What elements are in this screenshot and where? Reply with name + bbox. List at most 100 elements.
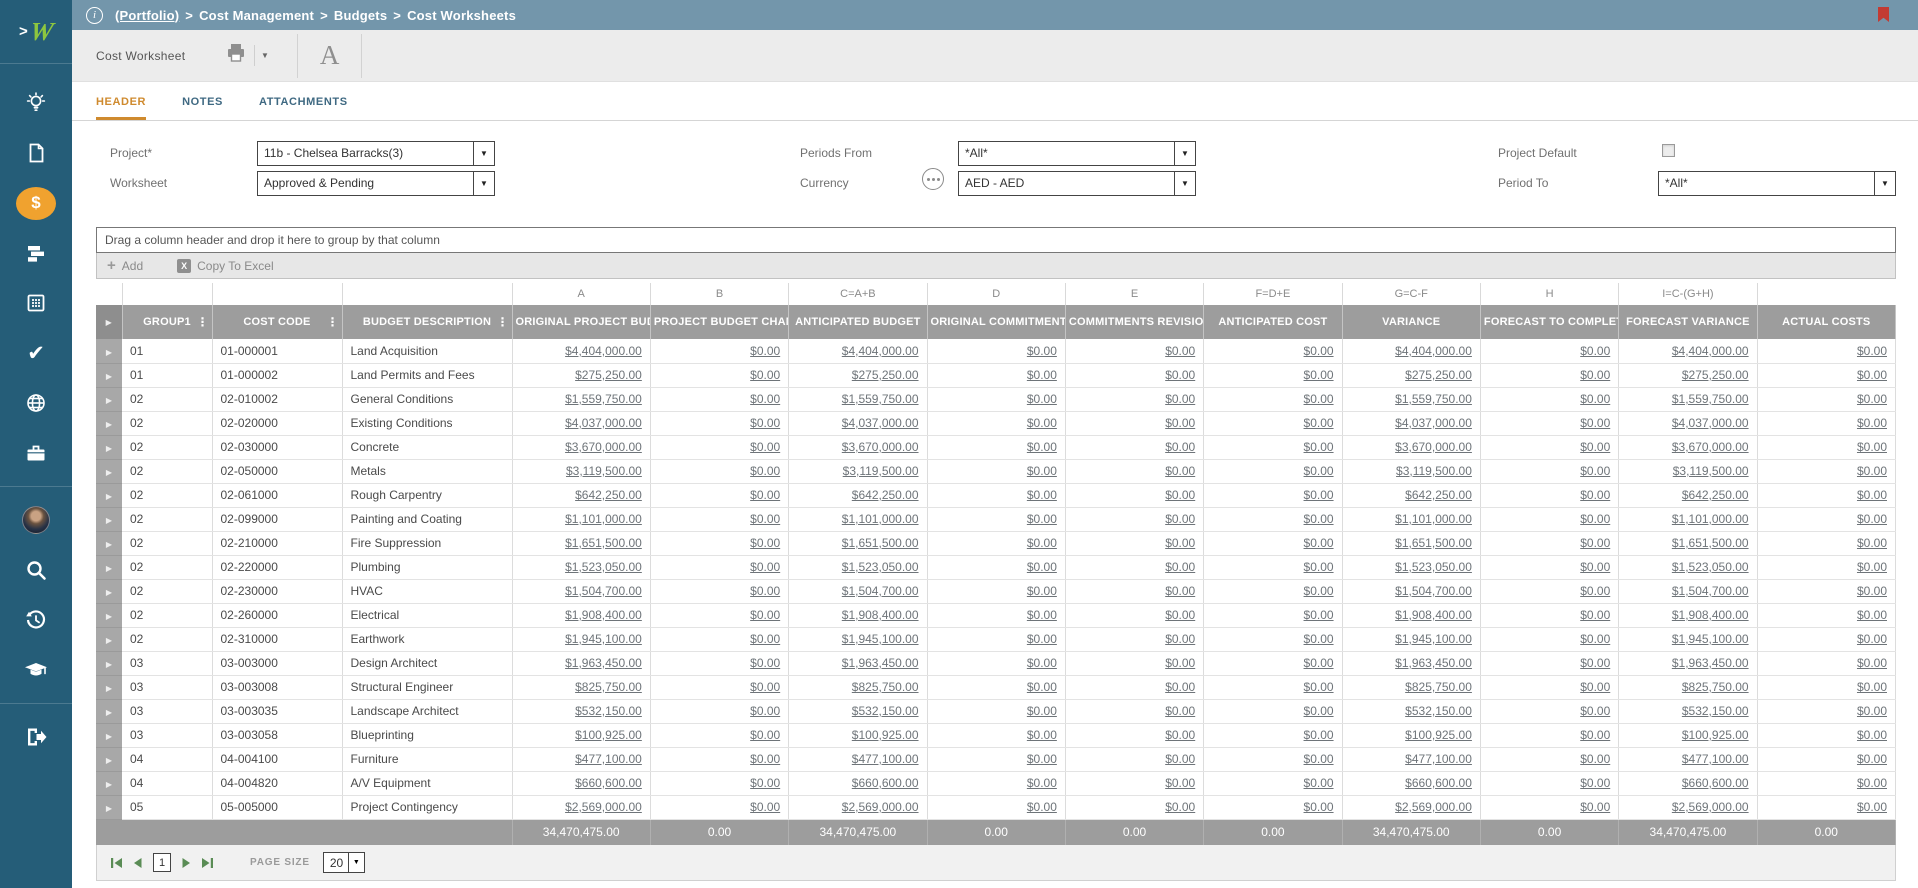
amount-link[interactable]: $0.00 bbox=[1027, 512, 1057, 526]
next-page-button[interactable] bbox=[178, 855, 194, 871]
amount-link[interactable]: $4,037,000.00 bbox=[1672, 416, 1749, 430]
info-icon[interactable]: i bbox=[86, 6, 103, 24]
amount-link[interactable]: $0.00 bbox=[1165, 584, 1195, 598]
amount-link[interactable]: $3,119,500.00 bbox=[1396, 464, 1472, 478]
column-header-project-budget-chan[interactable]: PROJECT BUDGET CHAN bbox=[650, 305, 790, 339]
amount-link[interactable]: $0.00 bbox=[1857, 464, 1887, 478]
amount-link[interactable]: $1,504,700.00 bbox=[565, 584, 642, 598]
breadcrumb-item[interactable]: (Portfolio) bbox=[115, 8, 179, 23]
amount-link[interactable]: $0.00 bbox=[1027, 608, 1057, 622]
amount-link[interactable]: $0.00 bbox=[1165, 728, 1195, 742]
tab-attachments[interactable]: ATTACHMENTS bbox=[259, 96, 348, 120]
column-menu-icon[interactable]: ⋮ bbox=[197, 315, 209, 329]
amount-link[interactable]: $1,908,400.00 bbox=[1395, 608, 1472, 622]
amount-link[interactable]: $1,963,450.00 bbox=[842, 656, 919, 670]
amount-link[interactable]: $0.00 bbox=[1580, 440, 1610, 454]
amount-link[interactable]: $0.00 bbox=[1027, 656, 1057, 670]
amount-link[interactable]: $0.00 bbox=[1580, 608, 1610, 622]
sidebar-item-ideas[interactable] bbox=[0, 78, 72, 128]
add-button[interactable]: + Add bbox=[107, 258, 143, 273]
amount-link[interactable]: $0.00 bbox=[1304, 536, 1334, 550]
sidebar-item-projects[interactable] bbox=[0, 428, 72, 478]
amount-link[interactable]: $1,651,500.00 bbox=[565, 536, 642, 550]
row-expander[interactable]: ▶ bbox=[96, 699, 122, 724]
amount-link[interactable]: $0.00 bbox=[1165, 344, 1195, 358]
row-expander[interactable]: ▶ bbox=[96, 411, 122, 436]
row-expander[interactable]: ▶ bbox=[96, 507, 122, 532]
amount-link[interactable]: $0.00 bbox=[1857, 560, 1887, 574]
amount-link[interactable]: $0.00 bbox=[1027, 728, 1057, 742]
amount-link[interactable]: $0.00 bbox=[1304, 464, 1334, 478]
amount-link[interactable]: $1,963,450.00 bbox=[1672, 656, 1749, 670]
amount-link[interactable]: $0.00 bbox=[750, 632, 780, 646]
amount-link[interactable]: $4,404,000.00 bbox=[565, 344, 642, 358]
amount-link[interactable]: $0.00 bbox=[1304, 752, 1334, 766]
amount-link[interactable]: $0.00 bbox=[750, 800, 780, 814]
amount-link[interactable]: $0.00 bbox=[1580, 416, 1610, 430]
sidebar-item-documents[interactable] bbox=[0, 128, 72, 178]
amount-link[interactable]: $0.00 bbox=[1027, 416, 1057, 430]
amount-link[interactable]: $0.00 bbox=[1304, 560, 1334, 574]
amount-link[interactable]: $0.00 bbox=[1027, 488, 1057, 502]
first-page-button[interactable] bbox=[109, 855, 125, 871]
row-expander[interactable]: ▶ bbox=[96, 627, 122, 652]
amount-link[interactable]: $0.00 bbox=[1857, 728, 1887, 742]
chevron-down-icon[interactable]: ▼ bbox=[1174, 142, 1195, 165]
amount-link[interactable]: $0.00 bbox=[1580, 464, 1610, 478]
sidebar-item-tasks[interactable]: ✔ bbox=[0, 328, 72, 378]
amount-link[interactable]: $477,100.00 bbox=[575, 752, 642, 766]
amount-link[interactable]: $0.00 bbox=[1027, 704, 1057, 718]
amount-link[interactable]: $0.00 bbox=[1857, 632, 1887, 646]
amount-link[interactable]: $1,945,100.00 bbox=[1395, 632, 1472, 646]
amount-link[interactable]: $100,925.00 bbox=[852, 728, 919, 742]
row-expander[interactable]: ▶ bbox=[96, 603, 122, 628]
amount-link[interactable]: $275,250.00 bbox=[1682, 368, 1749, 382]
column-menu-icon[interactable]: ⋮ bbox=[327, 315, 339, 329]
column-header-anticipated-cost[interactable]: ANTICIPATED COST bbox=[1203, 305, 1343, 339]
amount-link[interactable]: $1,963,450.00 bbox=[1395, 656, 1472, 670]
amount-link[interactable]: $1,101,000.00 bbox=[1395, 512, 1472, 526]
amount-link[interactable]: $1,963,450.00 bbox=[565, 656, 642, 670]
row-expander[interactable]: ▶ bbox=[96, 675, 122, 700]
amount-link[interactable]: $0.00 bbox=[750, 392, 780, 406]
breadcrumb-item[interactable]: Budgets bbox=[334, 8, 387, 23]
amount-link[interactable]: $1,945,100.00 bbox=[842, 632, 919, 646]
amount-link[interactable]: $1,101,000.00 bbox=[1672, 512, 1749, 526]
chevron-down-icon[interactable]: ▼ bbox=[1874, 172, 1895, 195]
amount-link[interactable]: $0.00 bbox=[1304, 704, 1334, 718]
row-expander[interactable]: ▶ bbox=[96, 723, 122, 748]
amount-link[interactable]: $0.00 bbox=[1857, 800, 1887, 814]
column-header-commitments-revisio[interactable]: COMMITMENTS REVISIO bbox=[1065, 305, 1205, 339]
amount-link[interactable]: $1,651,500.00 bbox=[1672, 536, 1749, 550]
amount-link[interactable]: $3,119,500.00 bbox=[1673, 464, 1749, 478]
amount-link[interactable]: $4,404,000.00 bbox=[1395, 344, 1472, 358]
amount-link[interactable]: $1,908,400.00 bbox=[842, 608, 919, 622]
amount-link[interactable]: $0.00 bbox=[1857, 752, 1887, 766]
page-size-select[interactable]: 20 ▼ bbox=[322, 852, 365, 873]
amount-link[interactable]: $0.00 bbox=[1165, 488, 1195, 502]
amount-link[interactable]: $0.00 bbox=[1857, 680, 1887, 694]
row-expander[interactable]: ▶ bbox=[96, 339, 122, 364]
amount-link[interactable]: $0.00 bbox=[1165, 512, 1195, 526]
amount-link[interactable]: $477,100.00 bbox=[1405, 752, 1472, 766]
sidebar-item-web[interactable] bbox=[0, 378, 72, 428]
row-expander[interactable]: ▶ bbox=[96, 483, 122, 508]
amount-link[interactable]: $532,150.00 bbox=[1405, 704, 1472, 718]
amount-link[interactable]: $1,504,700.00 bbox=[1672, 584, 1749, 598]
amount-link[interactable]: $100,925.00 bbox=[575, 728, 642, 742]
period-to-select[interactable]: *All* ▼ bbox=[1658, 171, 1896, 196]
amount-link[interactable]: $0.00 bbox=[1580, 752, 1610, 766]
amount-link[interactable]: $0.00 bbox=[1580, 344, 1610, 358]
chevron-down-icon[interactable]: ▼ bbox=[1174, 172, 1195, 195]
amount-link[interactable]: $0.00 bbox=[1857, 344, 1887, 358]
amount-link[interactable]: $2,569,000.00 bbox=[1395, 800, 1472, 814]
amount-link[interactable]: $0.00 bbox=[1580, 536, 1610, 550]
copy-to-excel-button[interactable]: X Copy To Excel bbox=[177, 258, 274, 273]
amount-link[interactable]: $0.00 bbox=[750, 440, 780, 454]
amount-link[interactable]: $0.00 bbox=[1304, 632, 1334, 646]
amount-link[interactable]: $0.00 bbox=[1580, 680, 1610, 694]
amount-link[interactable]: $0.00 bbox=[1580, 632, 1610, 646]
column-header-original-commitment[interactable]: ORIGINAL COMMITMENT bbox=[927, 305, 1066, 339]
expand-all-icon[interactable]: ▶ bbox=[96, 305, 123, 339]
amount-link[interactable]: $477,100.00 bbox=[852, 752, 919, 766]
